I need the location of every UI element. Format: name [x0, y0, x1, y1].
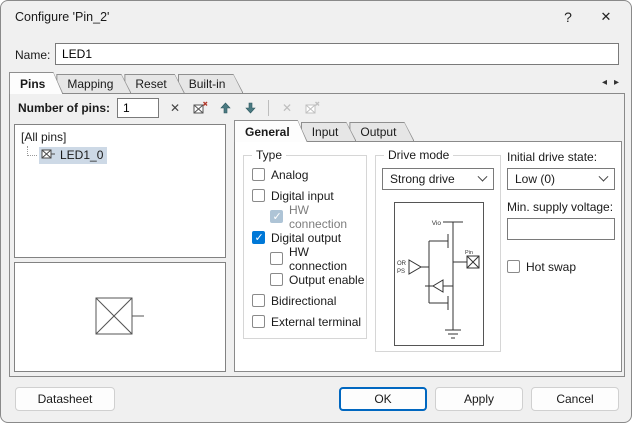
pins-toolbar: Number of pins: ✕ ✕ — [14, 96, 620, 120]
drive-mode-select[interactable]: Strong drive — [382, 168, 494, 190]
tree-selection: LED1_0 — [39, 147, 107, 164]
checkbox-hw-connection-output[interactable]: HW connection — [244, 248, 366, 269]
titlebar: Configure 'Pin_2' ? ✕ — [1, 1, 631, 33]
pin-symbol-icon — [94, 296, 146, 339]
initial-drive-state-select[interactable]: Low (0) — [507, 168, 615, 190]
checkbox-output-enable[interactable]: Output enable — [244, 269, 366, 290]
checkbox-box — [507, 260, 520, 273]
initial-drive-state-value: Low (0) — [515, 172, 555, 186]
apply-button[interactable]: Apply — [435, 387, 523, 411]
chevron-down-icon — [599, 171, 609, 181]
checkbox-analog[interactable]: Analog — [244, 164, 366, 185]
or-label: OR — [397, 261, 407, 267]
move-pin-down-icon[interactable] — [241, 99, 259, 117]
min-supply-voltage-input[interactable] — [507, 218, 615, 240]
tab-mapping[interactable]: Mapping — [56, 74, 131, 93]
min-supply-voltage-label: Min. supply voltage: — [507, 200, 615, 214]
drive-mode-schematic: Vio OR PS — [395, 204, 483, 344]
checkbox-box — [252, 294, 265, 307]
tree-item-all-pins[interactable]: [All pins] — [19, 128, 221, 146]
checkbox-label: Digital input — [271, 189, 334, 203]
delete-pin-icon[interactable]: ✕ — [166, 99, 184, 117]
checkbox-label: External terminal — [271, 315, 361, 329]
chevron-down-icon — [478, 171, 488, 181]
tab-scroll-right-icon[interactable]: ▸ — [614, 77, 619, 88]
number-of-pins-label: Number of pins: — [18, 101, 110, 115]
initial-drive-state-label: Initial drive state: — [507, 150, 615, 164]
checkbox-box — [252, 231, 265, 244]
checkbox-label: Hot swap — [526, 260, 576, 274]
tab-general[interactable]: General — [234, 120, 308, 142]
datasheet-button[interactable]: Datasheet — [15, 387, 115, 411]
drive-mode-value: Strong drive — [390, 172, 455, 186]
number-of-pins-input[interactable] — [117, 98, 159, 118]
tab-input[interactable]: Input — [301, 122, 357, 141]
ok-button[interactable]: OK — [339, 387, 427, 411]
vio-label: Vio — [432, 220, 442, 227]
checkbox-box — [252, 189, 265, 202]
tab-scroll-buttons: ◂ ▸ — [602, 77, 619, 88]
delete-all-pins-icon[interactable] — [191, 99, 209, 117]
tab-built-in[interactable]: Built-in — [178, 74, 244, 93]
checkbox-label: Analog — [271, 168, 308, 182]
drive-mode-diagram: Vio OR PS — [394, 202, 484, 346]
checkbox-box — [252, 168, 265, 181]
pin-tree: [All pins] LED1_0 — [14, 124, 226, 258]
pin-icon — [41, 148, 56, 163]
tab-pins[interactable]: Pins — [9, 72, 63, 94]
checkbox-label: Bidirectional — [271, 294, 336, 308]
tab-scroll-left-icon[interactable]: ◂ — [602, 77, 607, 88]
tab-label: General — [245, 125, 290, 139]
sub-tab-strip: General Input Output — [234, 120, 407, 142]
name-input[interactable] — [55, 43, 619, 65]
checkbox-box — [270, 273, 283, 286]
tab-label: Output — [360, 125, 396, 139]
ps-label: PS — [397, 269, 405, 275]
checkbox-label: Output enable — [289, 273, 364, 287]
checkbox-label: HW connection — [289, 203, 366, 231]
disabled-delete-icon: ✕ — [278, 99, 296, 117]
general-tab-page: Type Analog Digital input HW connection … — [234, 141, 622, 372]
name-label: Name: — [15, 48, 50, 62]
tab-label: Mapping — [67, 77, 113, 91]
checkbox-box — [252, 315, 265, 328]
checkbox-label: HW connection — [289, 245, 366, 273]
tree-connector — [27, 146, 37, 156]
disabled-pin-icon — [303, 99, 321, 117]
hot-swap-checkbox[interactable]: Hot swap — [507, 256, 615, 277]
checkbox-hw-connection-input: HW connection — [244, 206, 366, 227]
tab-reset[interactable]: Reset — [124, 74, 184, 93]
tab-label: Built-in — [189, 77, 226, 91]
tab-label: Pins — [20, 77, 45, 91]
type-group: Type Analog Digital input HW connection … — [243, 155, 367, 339]
cancel-button[interactable]: Cancel — [531, 387, 619, 411]
main-tab-strip: Pins Mapping Reset Built-in — [9, 72, 236, 94]
drive-mode-label: Drive mode — [384, 148, 453, 162]
toolbar-separator — [268, 100, 269, 116]
type-group-label: Type — [252, 148, 286, 162]
checkbox-box — [270, 252, 283, 265]
tab-label: Input — [312, 125, 339, 139]
move-pin-up-icon[interactable] — [216, 99, 234, 117]
help-button[interactable]: ? — [551, 1, 585, 33]
tree-item-pin[interactable]: LED1_0 — [27, 146, 221, 164]
checkbox-label: Digital output — [271, 231, 341, 245]
pin-label: Pin — [465, 250, 473, 256]
window-title: Configure 'Pin_2' — [15, 10, 109, 24]
drive-mode-group: Drive mode Strong drive Vio — [375, 155, 501, 352]
checkbox-bidirectional[interactable]: Bidirectional — [244, 290, 366, 311]
close-button[interactable]: ✕ — [589, 1, 623, 33]
tab-output[interactable]: Output — [349, 122, 414, 141]
pin-preview — [14, 262, 226, 372]
checkbox-box — [270, 210, 283, 223]
configure-pin-dialog: Configure 'Pin_2' ? ✕ Name: Pins Mapping… — [0, 0, 632, 423]
tab-label: Reset — [135, 77, 166, 91]
pins-tab-page: Number of pins: ✕ ✕ [All pins] — [9, 93, 625, 377]
tree-item-label: LED1_0 — [60, 148, 103, 162]
right-options-column: Initial drive state: Low (0) Min. supply… — [507, 150, 615, 277]
checkbox-external-terminal[interactable]: External terminal — [244, 311, 366, 332]
